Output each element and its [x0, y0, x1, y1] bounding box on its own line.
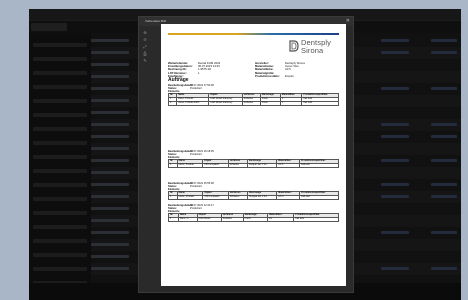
- table-cell: Kalt kost: [301, 101, 339, 106]
- header-info-right: Hersteller: Dentsply Sirona Materialname: C…: [255, 61, 305, 78]
- order-elements-table: Nr. Name Objekt Verfahren Werkzeuge Materialb…: [168, 191, 339, 200]
- table-cell: 1: [279, 101, 303, 106]
- table-cell: Schleifen: [227, 163, 248, 168]
- company-logo: Dentsply Sirona: [289, 38, 341, 58]
- table-row: 1 Faroc, A CAD Model Schleifen Kreist 1/1 Kalt…: [168, 217, 339, 222]
- table-cell: CAD Model Sfaroctey: [208, 101, 243, 106]
- order-block: Bearbeitungsdatum:07.07.2023 15:55:38 Sta…: [168, 182, 339, 200]
- orders-title: Aufträge: [168, 77, 189, 83]
- table-cell: CM Kompaktiv: [202, 195, 229, 200]
- table-row: 1 Cerec, Produkt CM Kompaktiv Schleifen Stuf…: [168, 195, 339, 200]
- info-value: 1: [198, 70, 200, 75]
- document-page: Dentsply Sirona Weiterleitende: Dental KO…: [161, 24, 346, 286]
- table-cell: 2: [167, 101, 178, 106]
- table-cell: Kalt kost: [293, 217, 339, 222]
- print-icon[interactable]: ⎙: [141, 50, 149, 57]
- order-status: Produziert: [190, 87, 202, 90]
- table-cell: 1/1.5: [276, 195, 301, 200]
- table-cell: 1/1: [267, 217, 295, 222]
- dentsply-logo-icon: [289, 40, 299, 52]
- table-cell: Stufgrat Set 1 SS: [246, 195, 278, 200]
- info-key: Produktionsstätte:: [255, 73, 280, 78]
- close-icon[interactable]: ✕: [346, 17, 350, 26]
- info-value: A3.5: [285, 67, 291, 72]
- info-value: Empire: [285, 73, 294, 78]
- table-cell: 1/1.5: [276, 163, 301, 168]
- order-status: Produziert: [190, 185, 202, 188]
- order-elements-table: Nr. Name Objekt Verfahren Werkzeuge Materialb…: [168, 159, 339, 168]
- table-cell: 1: [168, 163, 178, 168]
- table-row: 1 Faroc, Produkt CM Kompaktiv Schleifen Stuf…: [168, 163, 339, 168]
- order-block: Bearbeitungsdatum:07.07.2023 17:50:28 Sta…: [167, 84, 339, 106]
- table-cell: Stufgrat Set 1 SS: [246, 163, 278, 168]
- table-row: 2 Cerec, Produkt Zahn CAD Model Sfaroctey S…: [167, 101, 339, 106]
- info-line: Produktionsstätte: Empire: [255, 73, 305, 78]
- table-cell: Schleifen: [227, 195, 249, 200]
- table-cell: Cerec, Produkt Zahn: [176, 101, 210, 106]
- table-cell: Faroc, A: [177, 217, 198, 222]
- table-cell: CM Kompaktiv: [202, 163, 229, 168]
- annotate-icon[interactable]: ✎: [141, 57, 149, 64]
- table-cell: Kalt kost: [299, 195, 339, 200]
- table-cell: Cerec, Produkt: [176, 195, 204, 200]
- table-cell: Schleifen: [220, 217, 244, 222]
- table-cell: 1: [168, 195, 178, 200]
- company-name: Dentsply Sirona: [301, 38, 331, 55]
- order-elements-table: Nr. Name Objekt Verfahren Werkzeuge Materialb…: [168, 213, 339, 222]
- zoom-in-icon[interactable]: ⊕: [141, 29, 149, 36]
- order-status: Produziert: [190, 153, 202, 156]
- header-info-left: Weiterleitende: Dental KOM 2023 Erstellung…: [168, 61, 220, 78]
- table-cell: Schleifen: [241, 101, 261, 106]
- order-block: Bearbeitungsdatum:06.07.2023 12:44:17 Sta…: [168, 204, 339, 222]
- order-block: Bearbeitungsdatum:07.07.2023 16:18:05 Sta…: [168, 150, 339, 168]
- table-cell: Kalt kost: [299, 163, 339, 168]
- table-cell: Kreist: [242, 217, 269, 222]
- order-status: Produziert: [190, 207, 202, 210]
- order-elements-table: Nr. Name Objekt Verfahren Werkzeuge Materialb…: [167, 93, 339, 106]
- viewer-toolbar: ⊕ ⊖ ⤢ ⎙ ✎: [141, 29, 149, 64]
- zoom-out-icon[interactable]: ⊖: [141, 36, 149, 43]
- fit-page-icon[interactable]: ⤢: [141, 43, 149, 50]
- brand-accent-bar: [168, 33, 339, 35]
- table-cell: Faroc, Produkt: [176, 163, 204, 168]
- table-cell: 1: [168, 217, 179, 222]
- table-cell: Kreist: [259, 101, 281, 106]
- table-cell: CAD Model: [196, 217, 222, 222]
